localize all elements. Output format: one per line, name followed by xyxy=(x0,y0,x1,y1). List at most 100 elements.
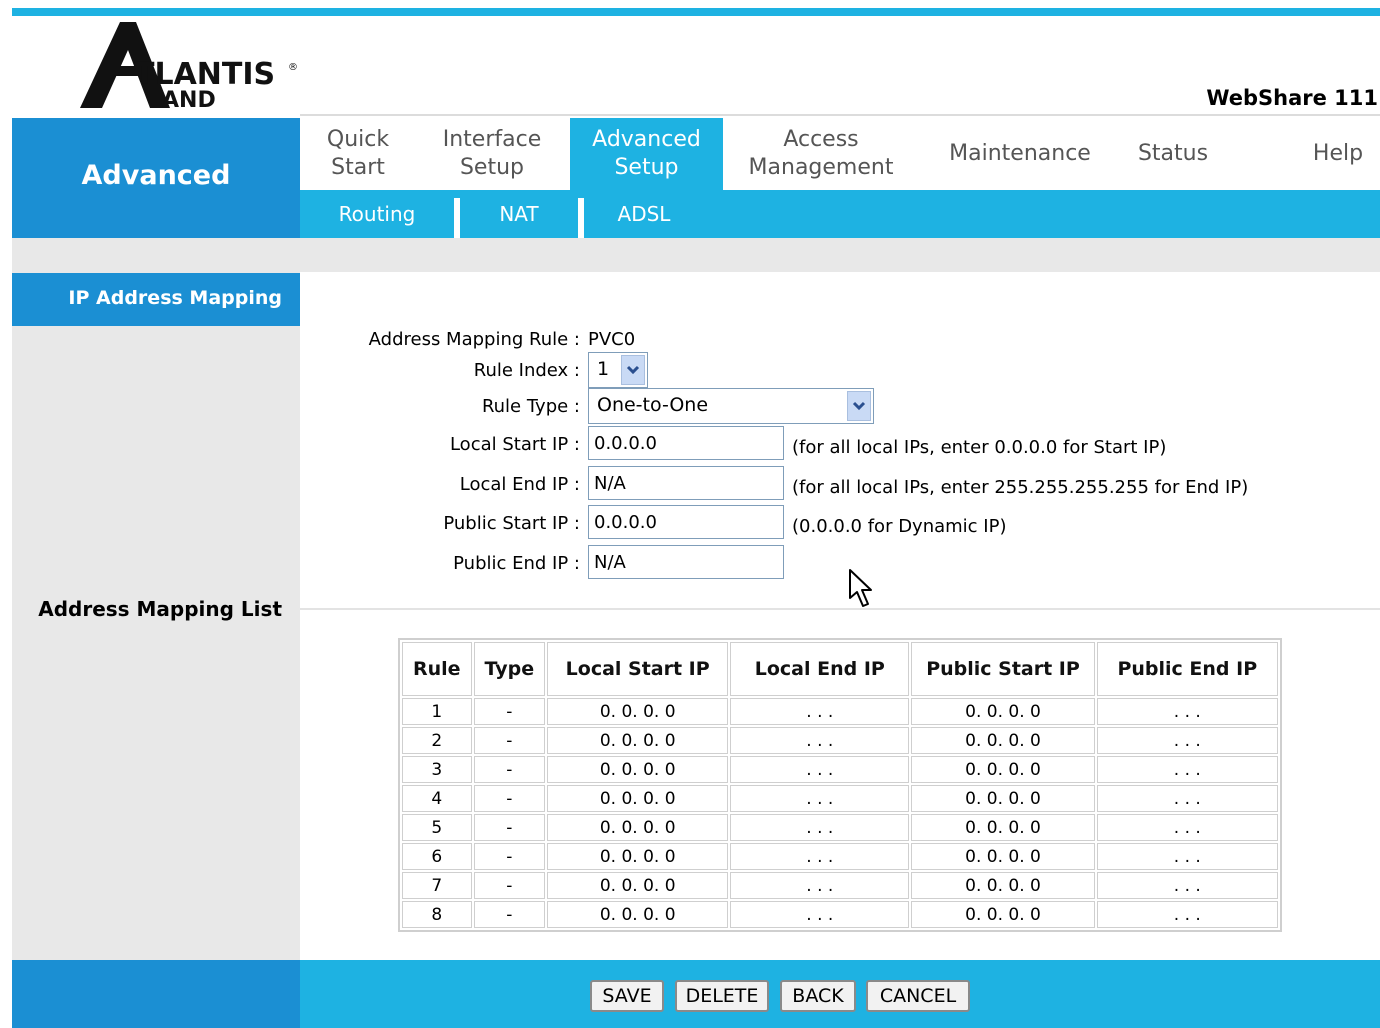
tab-label: Help xyxy=(1312,141,1364,166)
mapping-rule-label: Address Mapping Rule : xyxy=(368,329,580,350)
section-title: Advanced xyxy=(81,160,231,191)
tab-label-line1: Interface xyxy=(442,127,542,152)
table-cell: - xyxy=(473,814,546,841)
rule-index-label: Rule Index : xyxy=(473,360,580,381)
table-cell: - xyxy=(473,872,546,899)
subtab-routing[interactable]: Routing xyxy=(300,190,454,238)
public-start-ip-hint: (0.0.0.0 for Dynamic IP) xyxy=(792,516,1007,537)
tab-maintenance[interactable]: Maintenance xyxy=(932,118,1108,190)
mapping-rule-value: PVC0 xyxy=(588,329,636,350)
table-cell: 0. 0. 0. 0 xyxy=(547,756,729,783)
table-cell: 0. 0. 0. 0 xyxy=(547,872,729,899)
column-header: Type xyxy=(473,642,546,696)
local-start-ip-hint: (for all local IPs, enter 0.0.0.0 for St… xyxy=(792,437,1167,458)
table-cell: . . . xyxy=(1096,756,1278,783)
delete-button[interactable]: DELETE xyxy=(675,980,769,1012)
table-row: 8-0. 0. 0. 0. . . 0. 0. 0. 0. . . xyxy=(402,901,1278,928)
back-button[interactable]: BACK xyxy=(780,980,856,1012)
table-cell: 8 xyxy=(402,901,472,928)
local-start-ip-input[interactable]: 0.0.0.0 xyxy=(588,426,784,460)
table-cell: 3 xyxy=(402,756,472,783)
sidebar-item-label: IP Address Mapping xyxy=(68,287,282,309)
table-cell: 0. 0. 0. 0 xyxy=(911,901,1095,928)
subtab-nat[interactable]: NAT xyxy=(460,190,578,238)
table-cell: 0. 0. 0. 0 xyxy=(911,872,1095,899)
subtab-adsl[interactable]: ADSL xyxy=(584,190,704,238)
tab-advanced-setup[interactable]: Advanced Setup xyxy=(570,118,723,190)
table-cell: . . . xyxy=(1096,785,1278,812)
tab-label-line2: Setup xyxy=(459,155,525,180)
local-end-ip-label: Local End IP : xyxy=(459,474,580,495)
tab-label: Status xyxy=(1137,141,1209,166)
local-end-ip-input[interactable]: N/A xyxy=(588,466,784,500)
table-cell: 0. 0. 0. 0 xyxy=(547,814,729,841)
column-header: Local End IP xyxy=(730,642,910,696)
table-cell: . . . xyxy=(730,727,910,754)
table-row: 2-0. 0. 0. 0. . . 0. 0. 0. 0. . . xyxy=(402,727,1278,754)
tab-label-line1: Advanced xyxy=(592,127,701,152)
address-mapping-table: Rule Type Local Start IP Local End IP Pu… xyxy=(398,638,1282,932)
table-cell: 0. 0. 0. 0 xyxy=(911,727,1095,754)
public-start-ip-input[interactable]: 0.0.0.0 xyxy=(588,505,784,539)
atlantis-logo: TLANTIS ® AND xyxy=(80,22,298,112)
public-start-ip-label: Public Start IP : xyxy=(443,513,580,534)
tab-interface-setup[interactable]: Interface Setup xyxy=(430,118,554,190)
table-cell: - xyxy=(473,727,546,754)
table-cell: - xyxy=(473,756,546,783)
table-cell: . . . xyxy=(1096,901,1278,928)
table-cell: 0. 0. 0. 0 xyxy=(911,843,1095,870)
table-row: 3-0. 0. 0. 0. . . 0. 0. 0. 0. . . xyxy=(402,756,1278,783)
tab-label-line1: Quick xyxy=(326,127,390,152)
tab-label-line1: Access xyxy=(783,127,859,152)
table-cell: . . . xyxy=(730,698,910,725)
local-end-ip-hint: (for all local IPs, enter 255.255.255.25… xyxy=(792,477,1249,498)
tab-access-management[interactable]: Access Management xyxy=(736,118,906,190)
table-cell: 2 xyxy=(402,727,472,754)
tab-label: Maintenance xyxy=(949,141,1091,166)
mouse-pointer-icon xyxy=(849,569,872,607)
content-top-strip xyxy=(12,238,1380,272)
svg-text:AND: AND xyxy=(162,88,216,112)
table-cell: 0. 0. 0. 0 xyxy=(911,814,1095,841)
svg-text:TLANTIS: TLANTIS xyxy=(134,57,275,92)
save-button[interactable]: SAVE xyxy=(590,980,664,1012)
table-cell: . . . xyxy=(730,814,910,841)
rule-index-value: 1 xyxy=(597,358,610,380)
tab-help[interactable]: Help xyxy=(1296,118,1380,190)
table-cell: . . . xyxy=(730,843,910,870)
table-cell: 4 xyxy=(402,785,472,812)
table-cell: . . . xyxy=(730,872,910,899)
top-accent-bar xyxy=(12,8,1380,16)
tab-quick-start[interactable]: Quick Start xyxy=(300,118,416,190)
table-row: 6-0. 0. 0. 0. . . 0. 0. 0. 0. . . xyxy=(402,843,1278,870)
table-cell: 0. 0. 0. 0 xyxy=(547,785,729,812)
table-cell: - xyxy=(473,901,546,928)
main-nav: Quick Start Interface Setup Advanced Setup … xyxy=(300,118,1380,190)
table-header-row: Rule Type Local Start IP Local End IP Pu… xyxy=(402,642,1278,696)
table-cell: - xyxy=(473,843,546,870)
table-cell: - xyxy=(473,785,546,812)
table-body: 1-0. 0. 0. 0. . . 0. 0. 0. 0. . . 2-0. 0. … xyxy=(402,698,1278,928)
table-cell: . . . xyxy=(730,756,910,783)
table-cell: 0. 0. 0. 0 xyxy=(547,698,729,725)
table-cell: . . . xyxy=(1096,698,1278,725)
model-name: WebShare 111 xyxy=(1206,86,1378,110)
table-row: 1-0. 0. 0. 0. . . 0. 0. 0. 0. . . xyxy=(402,698,1278,725)
svg-text:®: ® xyxy=(288,62,298,73)
table-cell: 0. 0. 0. 0 xyxy=(911,785,1095,812)
rule-type-select[interactable]: One-to-One xyxy=(588,388,874,424)
public-end-ip-label: Public End IP : xyxy=(453,553,580,574)
table-cell: 7 xyxy=(402,872,472,899)
table-cell: . . . xyxy=(730,901,910,928)
table-cell: 0. 0. 0. 0 xyxy=(547,843,729,870)
table-cell: . . . xyxy=(730,785,910,812)
tab-status[interactable]: Status xyxy=(1122,118,1224,190)
cancel-button[interactable]: CANCEL xyxy=(866,980,970,1012)
footer-left-panel xyxy=(12,960,300,1028)
rule-index-select[interactable]: 1 xyxy=(588,352,648,388)
table-cell: 5 xyxy=(402,814,472,841)
table-row: 5-0. 0. 0. 0. . . 0. 0. 0. 0. . . xyxy=(402,814,1278,841)
table-cell: 6 xyxy=(402,843,472,870)
public-end-ip-input[interactable]: N/A xyxy=(588,545,784,579)
tab-label-line2: Management xyxy=(748,155,894,180)
